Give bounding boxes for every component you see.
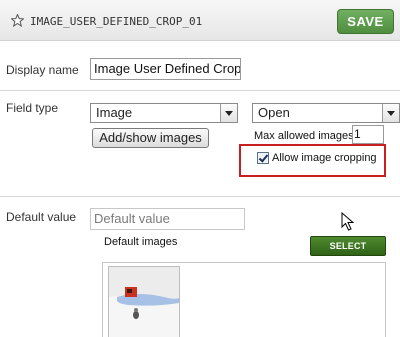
snow-scene-image xyxy=(109,267,179,337)
divider xyxy=(0,90,400,91)
mode-value: Open xyxy=(258,105,290,120)
default-value-input[interactable]: Default value xyxy=(90,208,245,230)
divider xyxy=(0,196,400,197)
field-id: IMAGE_USER_DEFINED_CROP_01 xyxy=(30,15,203,28)
default-value-label: Default value xyxy=(6,210,77,224)
display-name-input[interactable]: Image User Defined Crop xyxy=(90,58,241,80)
mouse-pointer-icon xyxy=(341,212,355,231)
select-images-button[interactable]: SELECT IMAGES xyxy=(310,236,386,269)
allow-cropping-label: Allow image cropping xyxy=(272,152,377,164)
field-type-label: Field type xyxy=(6,101,59,115)
chevron-down-icon xyxy=(220,104,237,122)
chevron-down-icon xyxy=(382,104,399,122)
star-icon[interactable] xyxy=(11,14,24,27)
display-name-label: Display name xyxy=(6,63,79,77)
default-images-panel xyxy=(102,262,386,337)
max-images-input[interactable]: 1 xyxy=(352,125,384,144)
mode-select[interactable]: Open xyxy=(252,103,400,123)
max-images-label: Max allowed images: xyxy=(254,130,357,142)
field-type-value: Image xyxy=(96,105,133,120)
add-show-images-button[interactable]: Add/show images xyxy=(92,128,209,148)
save-button[interactable]: SAVE xyxy=(337,9,394,34)
field-header: IMAGE_USER_DEFINED_CROP_01 SAVE xyxy=(0,0,400,41)
field-type-select[interactable]: Image xyxy=(90,103,238,123)
image-thumbnail[interactable] xyxy=(108,266,180,337)
default-images-label: Default images xyxy=(104,236,178,248)
allow-cropping-checkbox[interactable] xyxy=(257,152,269,164)
